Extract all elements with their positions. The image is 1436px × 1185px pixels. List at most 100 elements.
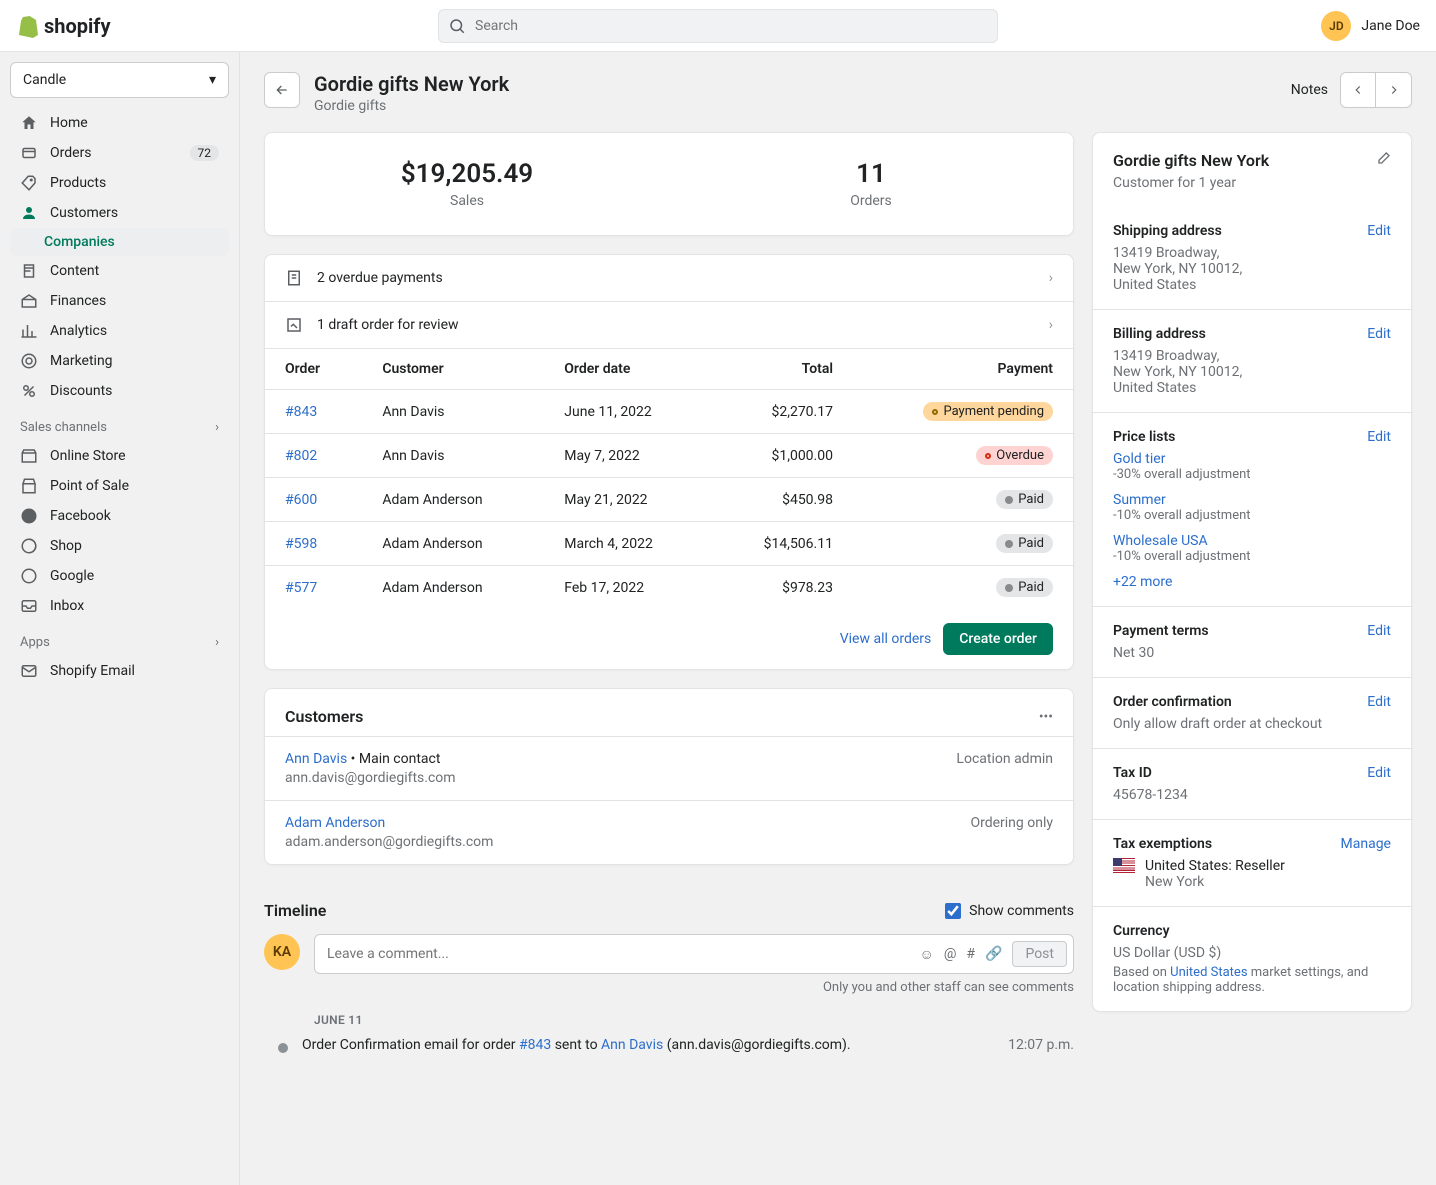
alert-text: 2 overdue payments [317,270,443,286]
edit-payment-terms-link[interactable]: Edit [1367,623,1391,639]
nav-label: Shop [50,538,82,554]
table-row: #802 Ann Davis May 7, 2022 $1,000.00 Ove… [265,434,1073,478]
pricelist-link[interactable]: Summer [1113,492,1166,508]
search-input[interactable] [438,9,998,43]
nav-label: Finances [50,293,106,309]
pricelist-link[interactable]: Wholesale USA [1113,533,1208,549]
nav-apps-head: Apps› [10,621,229,656]
manage-exemptions-link[interactable]: Manage [1341,836,1391,852]
table-row: #598 Adam Anderson March 4, 2022 $14,506… [265,522,1073,566]
customer-link[interactable]: Adam Anderson [285,815,385,831]
nav-discounts[interactable]: Discounts [10,376,229,406]
comment-input[interactable] [327,939,920,969]
billing-address: 13419 Broadway,New York, NY 10012,United… [1113,348,1391,396]
nav-pos[interactable]: Point of Sale [10,471,229,501]
nav-inbox[interactable]: Inbox [10,591,229,621]
pricelists-more-link[interactable]: +22 more [1113,574,1172,590]
search-wrap [438,9,998,43]
shopify-logo[interactable]: shopify [16,14,111,38]
nav-facebook[interactable]: Facebook [10,501,229,531]
pricelist-link[interactable]: Gold tier [1113,451,1165,467]
customer-link[interactable]: Ann Davis [285,751,347,767]
customer-email: adam.anderson@gordiegifts.com [285,834,493,850]
edit-pricelists-link[interactable]: Edit [1367,429,1391,445]
shipping-address: 13419 Broadway,New York, NY 10012,United… [1113,245,1391,293]
nav-google[interactable]: Google [10,561,229,591]
order-link[interactable]: #802 [285,448,317,464]
edit-tax-id-link[interactable]: Edit [1367,765,1391,781]
chevron-right-icon[interactable]: › [215,635,219,650]
search-icon [448,17,466,39]
customers-title: Customers [285,707,363,726]
order-link[interactable]: #577 [285,580,317,596]
nav-orders[interactable]: Orders72 [10,138,229,168]
attachment-icon[interactable]: 🔗 [985,946,1002,962]
chevron-right-icon[interactable]: › [215,420,219,435]
alert-overdue[interactable]: 2 overdue payments › [265,255,1073,302]
show-comments-toggle[interactable]: Show comments [945,903,1074,919]
next-button[interactable] [1376,72,1412,108]
nav-label: Analytics [50,323,107,339]
hashtag-icon[interactable]: # [966,946,975,962]
mention-icon[interactable]: @ [944,946,957,962]
stat-value: 11 [669,159,1073,189]
table-row: #600 Adam Anderson May 21, 2022 $450.98 … [265,478,1073,522]
nav-label: Content [50,263,99,279]
post-button[interactable]: Post [1012,941,1067,967]
customer-role: Ordering only [970,815,1053,831]
nav-companies[interactable]: Companies [10,228,229,256]
order-link[interactable]: #600 [285,492,317,508]
nav-finances[interactable]: Finances [10,286,229,316]
store-selector[interactable]: Candle ▾ [10,62,229,98]
customer-row: Ann Davis • Main contact ann.davis@gordi… [265,736,1073,800]
nav-marketing[interactable]: Marketing [10,346,229,376]
nav-analytics[interactable]: Analytics [10,316,229,346]
nav-content[interactable]: Content [10,256,229,286]
nav-online-store[interactable]: Online Store [10,441,229,471]
timeline-customer-link[interactable]: Ann Davis [601,1037,663,1053]
order-date: March 4, 2022 [544,522,711,566]
side-company-title: Gordie gifts New York [1113,151,1269,170]
notes-link[interactable]: Notes [1291,82,1328,98]
edit-shipping-link[interactable]: Edit [1367,223,1391,239]
user-menu[interactable]: JD Jane Doe [1321,11,1420,41]
view-all-orders-link[interactable]: View all orders [840,631,932,647]
timeline-time: 12:07 p.m. [1008,1037,1074,1053]
currency-note: Based on United States market settings, … [1113,965,1391,995]
edit-confirmation-link[interactable]: Edit [1367,694,1391,710]
nav-shop[interactable]: Shop [10,531,229,561]
store-selector-label: Candle [23,72,66,88]
nav-products[interactable]: Products [10,168,229,198]
emoji-icon[interactable]: ☺ [920,946,934,963]
timeline-order-link[interactable]: #843 [519,1037,551,1053]
order-date: May 21, 2022 [544,478,711,522]
alert-draft[interactable]: 1 draft order for review › [265,302,1073,349]
chevron-right-icon: › [1049,270,1053,286]
nav-home[interactable]: Home [10,108,229,138]
show-comments-checkbox[interactable] [945,903,961,919]
nav-shopify-email[interactable]: Shopify Email [10,656,229,686]
nav-label: Online Store [50,448,126,464]
nav-customers[interactable]: Customers [10,198,229,228]
more-icon[interactable]: ••• [1039,709,1053,725]
back-button[interactable] [264,72,300,108]
timeline-text: Order Confirmation email for order #843 … [302,1037,851,1053]
create-order-button[interactable]: Create order [943,623,1053,655]
order-date: Feb 17, 2022 [544,566,711,610]
edit-icon[interactable] [1375,151,1391,171]
exemption-sub: New York [1145,874,1285,890]
order-link[interactable]: #843 [285,404,317,420]
payment-terms-heading: Payment terms [1113,623,1209,639]
payment-status-badge: Overdue [976,446,1053,465]
prev-button[interactable] [1340,72,1376,108]
chevron-right-icon: › [1049,317,1053,333]
th-customer: Customer [362,349,544,390]
order-link[interactable]: #598 [285,536,317,552]
edit-billing-link[interactable]: Edit [1367,326,1391,342]
shipping-heading: Shipping address [1113,223,1222,239]
order-total: $14,506.11 [711,522,853,566]
payment-status-badge: Paid [996,490,1053,509]
currency-market-link[interactable]: United States [1170,965,1247,980]
page-subtitle: Gordie gifts [314,98,509,114]
nav-channels-head: Sales channels› [10,406,229,441]
